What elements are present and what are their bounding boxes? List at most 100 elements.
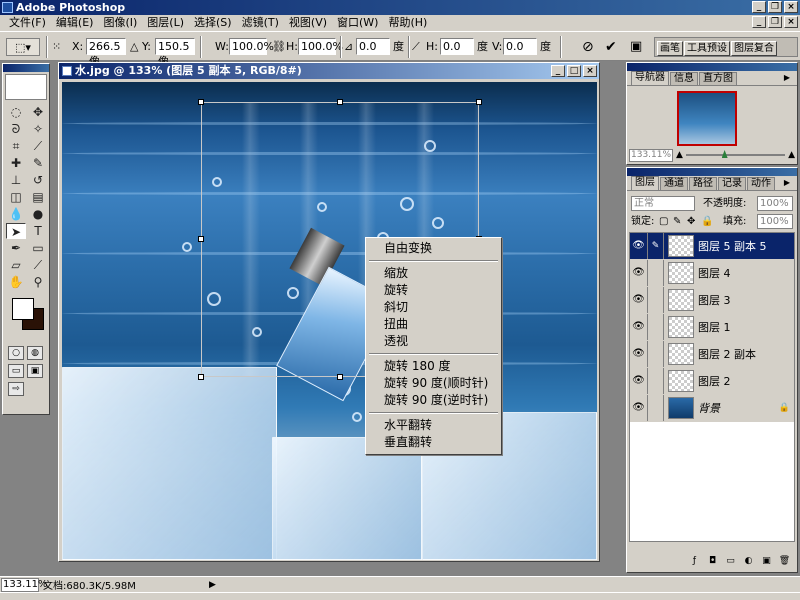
- lock-all-icon[interactable]: 🔒: [701, 214, 713, 229]
- vskew-input[interactable]: 0.0: [503, 38, 537, 55]
- navigator-panel-grip[interactable]: [627, 63, 797, 71]
- palette-tab-brushes[interactable]: 画笔: [657, 41, 683, 56]
- file-browser-icon[interactable]: ▣: [630, 38, 642, 56]
- lasso-tool-icon[interactable]: ᘐ: [6, 121, 26, 137]
- menu-help[interactable]: 帮助(H): [383, 15, 432, 31]
- menu-item-rotate[interactable]: 旋转: [368, 282, 499, 299]
- shape-tool-icon[interactable]: ▭: [28, 240, 48, 256]
- new-layer-icon[interactable]: ▣: [760, 555, 773, 568]
- menu-item-flip-vertical[interactable]: 垂直翻转: [368, 434, 499, 451]
- status-zoom-field[interactable]: 133.11%: [1, 577, 48, 592]
- move-tool-icon[interactable]: ✥: [28, 104, 48, 120]
- menu-file[interactable]: 文件(F): [4, 15, 51, 31]
- doc-minimize-button[interactable]: _: [752, 16, 766, 28]
- image-canvas[interactable]: [62, 82, 597, 560]
- layer-row[interactable]: 👁 图层 2 副本: [630, 341, 794, 368]
- commit-transform-icon[interactable]: ✔: [605, 38, 617, 56]
- marquee-tool-icon[interactable]: ◌: [6, 104, 26, 120]
- doc-restore-button[interactable]: ❐: [768, 16, 782, 28]
- document-title-bar[interactable]: 水.jpg @ 133% (图层 5 副本 5, RGB/8#) _ □ ×: [59, 63, 599, 79]
- menu-image[interactable]: 图像(I): [98, 15, 142, 31]
- menu-item-free-transform[interactable]: 自由变换: [368, 240, 499, 257]
- eraser-tool-icon[interactable]: ◫: [6, 189, 26, 205]
- layer-row[interactable]: 👁 背景 🔒: [630, 395, 794, 422]
- foreground-color[interactable]: [12, 298, 34, 320]
- link-box[interactable]: [648, 260, 664, 286]
- layers-menu-arrow-icon[interactable]: ▶: [781, 178, 793, 188]
- link-box[interactable]: [648, 341, 664, 367]
- type-tool-icon[interactable]: T: [28, 223, 48, 239]
- y-position-input[interactable]: 150.5 像: [155, 38, 195, 68]
- visibility-eye-icon[interactable]: 👁: [630, 260, 648, 286]
- tab-layers[interactable]: 图层: [631, 176, 659, 190]
- menu-select[interactable]: 选择(S): [189, 15, 237, 31]
- menu-edit[interactable]: 编辑(E): [51, 15, 99, 31]
- link-box[interactable]: [648, 314, 664, 340]
- link-box[interactable]: [648, 395, 664, 421]
- transform-handle-bottom-left[interactable]: [198, 374, 204, 380]
- navigator-thumbnail[interactable]: [677, 91, 737, 146]
- standard-mode-icon[interactable]: ○: [8, 346, 24, 360]
- hand-tool-icon[interactable]: ✋: [6, 274, 26, 290]
- dodge-tool-icon[interactable]: ●: [28, 206, 48, 222]
- zoom-out-icon[interactable]: ▲: [676, 150, 683, 160]
- menu-window[interactable]: 窗口(W): [332, 15, 383, 31]
- doc-close-button[interactable]: ×: [784, 16, 798, 28]
- tab-paths[interactable]: 路径: [689, 177, 717, 190]
- layer-mask-icon[interactable]: ◘: [706, 555, 719, 568]
- tab-actions[interactable]: 动作: [747, 177, 775, 190]
- tab-histogram[interactable]: 直方图: [699, 72, 737, 85]
- width-input[interactable]: 100.0%: [229, 38, 274, 55]
- healing-brush-icon[interactable]: ✚: [6, 155, 26, 171]
- transform-handle-top-left[interactable]: [198, 99, 204, 105]
- menu-item-rotate-90-ccw[interactable]: 旋转 90 度(逆时针): [368, 392, 499, 409]
- delete-layer-icon[interactable]: 🗑: [778, 555, 791, 568]
- tab-navigator[interactable]: 导航器: [631, 71, 669, 85]
- link-box[interactable]: [648, 287, 664, 313]
- eyedropper-tool-icon[interactable]: ⟋: [28, 257, 48, 273]
- transform-handle-left[interactable]: [198, 236, 204, 242]
- jump-to-imageready-icon[interactable]: ⇨: [8, 382, 24, 396]
- blur-tool-icon[interactable]: 💧: [6, 206, 26, 222]
- cancel-transform-icon[interactable]: ⊘: [582, 38, 594, 56]
- layer-row[interactable]: 👁 图层 2: [630, 368, 794, 395]
- hskew-input[interactable]: 0.0: [440, 38, 474, 55]
- zoom-slider-knob[interactable]: [721, 150, 728, 158]
- transform-handle-top-right[interactable]: [476, 99, 482, 105]
- blend-mode-select[interactable]: 正常: [631, 196, 695, 211]
- zoom-tool-icon[interactable]: ⚲: [28, 274, 48, 290]
- toolbox-grip[interactable]: [3, 64, 49, 72]
- layer-row[interactable]: 👁 图层 3: [630, 287, 794, 314]
- menu-item-rotate-90-cw[interactable]: 旋转 90 度(顺时针): [368, 375, 499, 392]
- history-brush-icon[interactable]: ↺: [28, 172, 48, 188]
- gradient-tool-icon[interactable]: ▤: [28, 189, 48, 205]
- crop-tool-icon[interactable]: ⌗: [6, 138, 26, 154]
- visibility-eye-icon[interactable]: 👁: [630, 395, 648, 421]
- menu-item-flip-horizontal[interactable]: 水平翻转: [368, 417, 499, 434]
- doc-window-close-button[interactable]: ×: [583, 65, 597, 77]
- close-button[interactable]: ×: [784, 1, 798, 13]
- magic-wand-tool-icon[interactable]: ✧: [28, 121, 48, 137]
- layer-style-icon[interactable]: ƒ: [688, 555, 701, 568]
- palette-tab-layer-comps[interactable]: 图层复合: [731, 41, 777, 56]
- rotate-angle-input[interactable]: 0.0: [356, 38, 390, 55]
- fill-input[interactable]: 100%: [757, 214, 793, 229]
- fullscreen-mode-icon[interactable]: ▣: [27, 364, 43, 378]
- menu-layer[interactable]: 图层(L): [142, 15, 189, 31]
- layers-panel-grip[interactable]: [627, 168, 797, 176]
- lock-image-icon[interactable]: ✎: [673, 214, 681, 229]
- navigator-zoom-slider[interactable]: [685, 150, 786, 158]
- menu-filter[interactable]: 滤镜(T): [237, 15, 284, 31]
- transform-handle-top[interactable]: [337, 99, 343, 105]
- feather-logo[interactable]: [5, 74, 47, 100]
- visibility-eye-icon[interactable]: 👁: [630, 233, 648, 259]
- palette-tab-tool-presets[interactable]: 工具预设: [684, 41, 730, 56]
- lock-position-icon[interactable]: ✥: [687, 214, 695, 229]
- doc-window-minimize-button[interactable]: _: [551, 65, 565, 77]
- tab-info[interactable]: 信息: [670, 72, 698, 85]
- visibility-eye-icon[interactable]: 👁: [630, 368, 648, 394]
- adjustment-layer-icon[interactable]: ◐: [742, 555, 755, 568]
- visibility-eye-icon[interactable]: 👁: [630, 314, 648, 340]
- minimize-button[interactable]: _: [752, 1, 766, 13]
- brush-indicator-icon[interactable]: ✎: [648, 233, 664, 259]
